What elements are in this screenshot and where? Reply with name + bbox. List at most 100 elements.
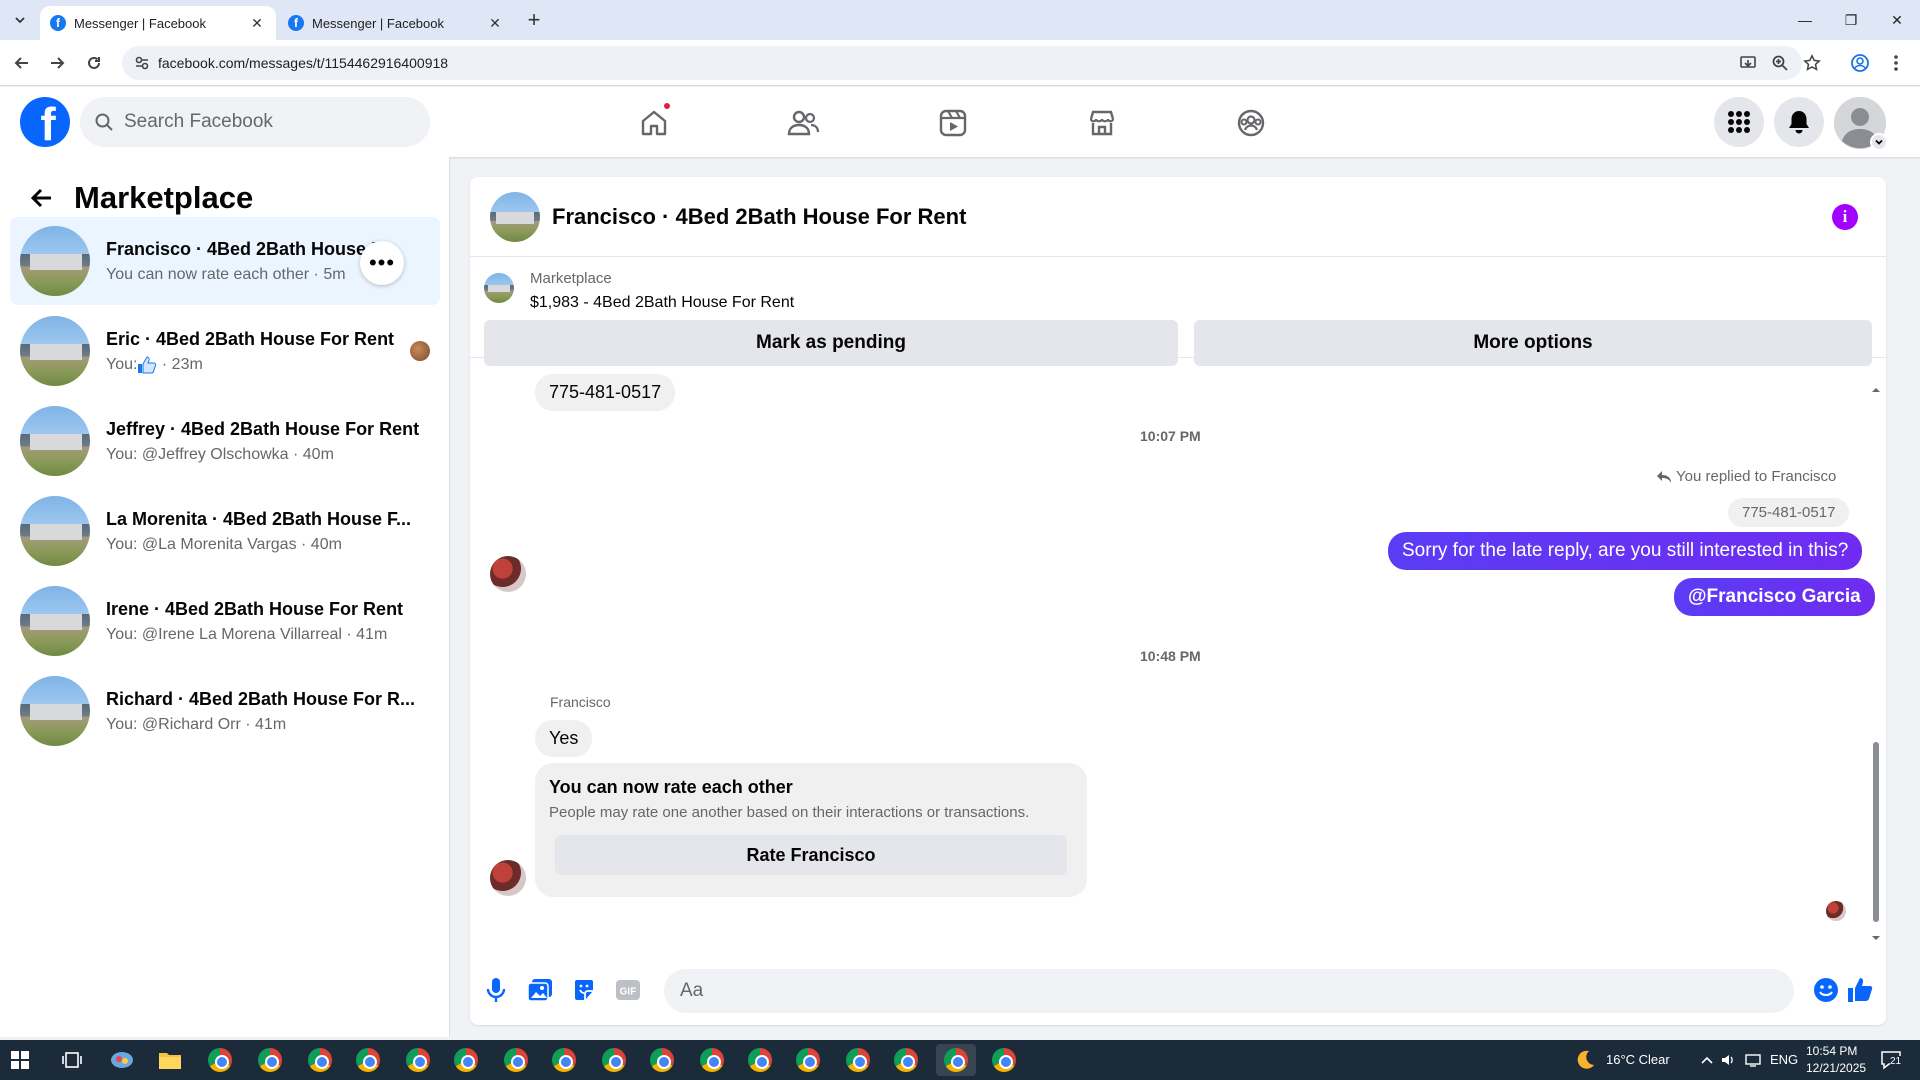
sticker-icon[interactable] xyxy=(568,974,600,1006)
listing-price[interactable]: $1,983 - 4Bed 2Bath House For Rent xyxy=(530,294,794,312)
facebook-logo[interactable]: f xyxy=(20,97,70,147)
clock-date[interactable]: 12/21/2025 xyxy=(1806,1061,1866,1075)
sender-avatar[interactable] xyxy=(490,556,526,592)
app-icon[interactable] xyxy=(102,1044,142,1076)
minimize-button[interactable]: — xyxy=(1782,0,1828,40)
tab-search-button[interactable] xyxy=(8,8,32,32)
notification-center-icon[interactable]: 21 xyxy=(1880,1050,1904,1070)
chevron-up-icon[interactable] xyxy=(1700,1055,1714,1065)
chrome-icon[interactable] xyxy=(886,1044,926,1076)
chrome-icon[interactable] xyxy=(788,1044,828,1076)
site-settings-icon[interactable] xyxy=(134,55,150,74)
browser-tab-bar: f Messenger | Facebook ✕ f Messenger | F… xyxy=(0,0,1920,40)
browser-profile-icon[interactable] xyxy=(1848,51,1872,75)
conversation-eric[interactable]: Eric · 4Bed 2Bath House For Rent You: · … xyxy=(10,307,440,395)
friends-icon[interactable] xyxy=(779,99,827,147)
volume-icon[interactable] xyxy=(1720,1052,1736,1068)
search-icon xyxy=(95,113,113,131)
url-field[interactable]: facebook.com/messages/t/1154462916400918 xyxy=(122,46,1802,80)
browser-menu-icon[interactable] xyxy=(1884,51,1908,75)
chrome-icon[interactable] xyxy=(692,1044,732,1076)
chat-scrollbar[interactable] xyxy=(1870,385,1882,945)
more-options-icon[interactable]: ••• xyxy=(360,241,404,285)
message-bubble[interactable]: 775-481-0517 xyxy=(535,374,676,411)
seen-avatar xyxy=(1826,901,1846,921)
profile-icon[interactable] xyxy=(1834,97,1888,151)
chrome-icon[interactable] xyxy=(936,1044,976,1076)
zoom-icon[interactable] xyxy=(1768,51,1792,75)
chrome-icon[interactable] xyxy=(300,1044,340,1076)
conversation-la-morenita[interactable]: La Morenita · 4Bed 2Bath House F... You:… xyxy=(10,487,440,575)
info-icon[interactable]: i xyxy=(1832,204,1858,230)
timestamp: 10:48 PM xyxy=(1140,648,1201,664)
like-thumb-icon[interactable] xyxy=(1844,974,1876,1006)
close-tab-icon[interactable]: ✕ xyxy=(248,14,266,32)
browser-tab-2[interactable]: f Messenger | Facebook ✕ xyxy=(278,6,514,40)
home-icon[interactable] xyxy=(630,99,678,147)
message-input[interactable] xyxy=(664,969,1794,1013)
conversation-jeffrey[interactable]: Jeffrey · 4Bed 2Bath House For Rent You:… xyxy=(10,397,440,485)
chat-avatar[interactable] xyxy=(490,191,540,242)
chrome-icon[interactable] xyxy=(984,1044,1024,1076)
language-indicator[interactable]: ENG xyxy=(1770,1052,1798,1067)
reload-button[interactable] xyxy=(82,51,106,75)
restore-button[interactable]: ❐ xyxy=(1828,0,1874,40)
video-icon[interactable] xyxy=(929,99,977,147)
chrome-icon[interactable] xyxy=(642,1044,682,1076)
chrome-icon[interactable] xyxy=(740,1044,780,1076)
emoji-icon[interactable] xyxy=(1810,974,1842,1006)
chrome-icon[interactable] xyxy=(200,1044,240,1076)
search-input[interactable] xyxy=(124,111,404,133)
browser-tab-1[interactable]: f Messenger | Facebook ✕ xyxy=(40,6,276,40)
groups-icon[interactable] xyxy=(1227,99,1275,147)
conversation-irene[interactable]: Irene · 4Bed 2Bath House For Rent You: @… xyxy=(10,577,440,665)
sidebar-title: Marketplace xyxy=(74,180,254,215)
thumbs-up-icon xyxy=(138,355,157,373)
bookmark-star-icon[interactable] xyxy=(1800,51,1824,75)
chrome-icon[interactable] xyxy=(544,1044,584,1076)
network-icon[interactable] xyxy=(1744,1052,1762,1068)
outgoing-mention[interactable]: @Francisco Garcia xyxy=(1674,578,1875,616)
weather-text[interactable]: 16°C Clear xyxy=(1606,1052,1670,1067)
scrollbar-thumb[interactable] xyxy=(1873,742,1879,922)
back-arrow-icon[interactable] xyxy=(24,180,60,216)
timestamp: 10:07 PM xyxy=(1140,428,1201,444)
start-button[interactable] xyxy=(0,1044,40,1076)
conversation-francisco[interactable]: Francisco · 4Bed 2Bath House For Rent Yo… xyxy=(10,217,440,305)
sender-name: Francisco xyxy=(550,694,611,710)
mark-as-pending-button[interactable]: Mark as pending xyxy=(484,320,1178,366)
back-button[interactable] xyxy=(10,51,34,75)
menu-grid-icon[interactable] xyxy=(1714,97,1764,147)
notifications-icon[interactable] xyxy=(1774,97,1824,147)
message-bubble[interactable]: Yes xyxy=(535,720,593,757)
rate-francisco-button[interactable]: Rate Francisco xyxy=(555,835,1067,875)
facebook-search[interactable] xyxy=(80,97,430,147)
more-options-button[interactable]: More options xyxy=(1194,320,1872,366)
quoted-message[interactable]: 775-481-0517 xyxy=(1728,498,1850,527)
microphone-icon[interactable] xyxy=(480,974,512,1006)
file-explorer-icon[interactable] xyxy=(150,1044,190,1076)
install-app-icon[interactable] xyxy=(1736,51,1760,75)
marketplace-icon[interactable] xyxy=(1078,99,1126,147)
close-tab-icon[interactable]: ✕ xyxy=(486,14,504,32)
chrome-icon[interactable] xyxy=(496,1044,536,1076)
outgoing-message[interactable]: Sorry for the late reply, are you still … xyxy=(1388,532,1863,570)
facebook-favicon-icon: f xyxy=(50,15,66,31)
conversation-richard[interactable]: Richard · 4Bed 2Bath House For R... You:… xyxy=(10,667,440,755)
close-window-button[interactable]: ✕ xyxy=(1874,0,1920,40)
chrome-icon[interactable] xyxy=(838,1044,878,1076)
chrome-icon[interactable] xyxy=(250,1044,290,1076)
listing-thumbnail[interactable] xyxy=(484,273,514,303)
task-view-icon[interactable] xyxy=(52,1044,92,1076)
chrome-icon[interactable] xyxy=(446,1044,486,1076)
clock-time[interactable]: 10:54 PM xyxy=(1806,1044,1857,1058)
gif-icon[interactable]: GIF xyxy=(612,974,644,1006)
chrome-icon[interactable] xyxy=(348,1044,388,1076)
chrome-icon[interactable] xyxy=(594,1044,634,1076)
image-icon[interactable] xyxy=(524,974,556,1006)
chrome-icon[interactable] xyxy=(398,1044,438,1076)
sender-avatar[interactable] xyxy=(490,860,526,896)
chat-title[interactable]: Francisco · 4Bed 2Bath House For Rent xyxy=(552,204,966,230)
new-tab-button[interactable]: + xyxy=(520,7,548,32)
forward-button[interactable] xyxy=(45,51,69,75)
